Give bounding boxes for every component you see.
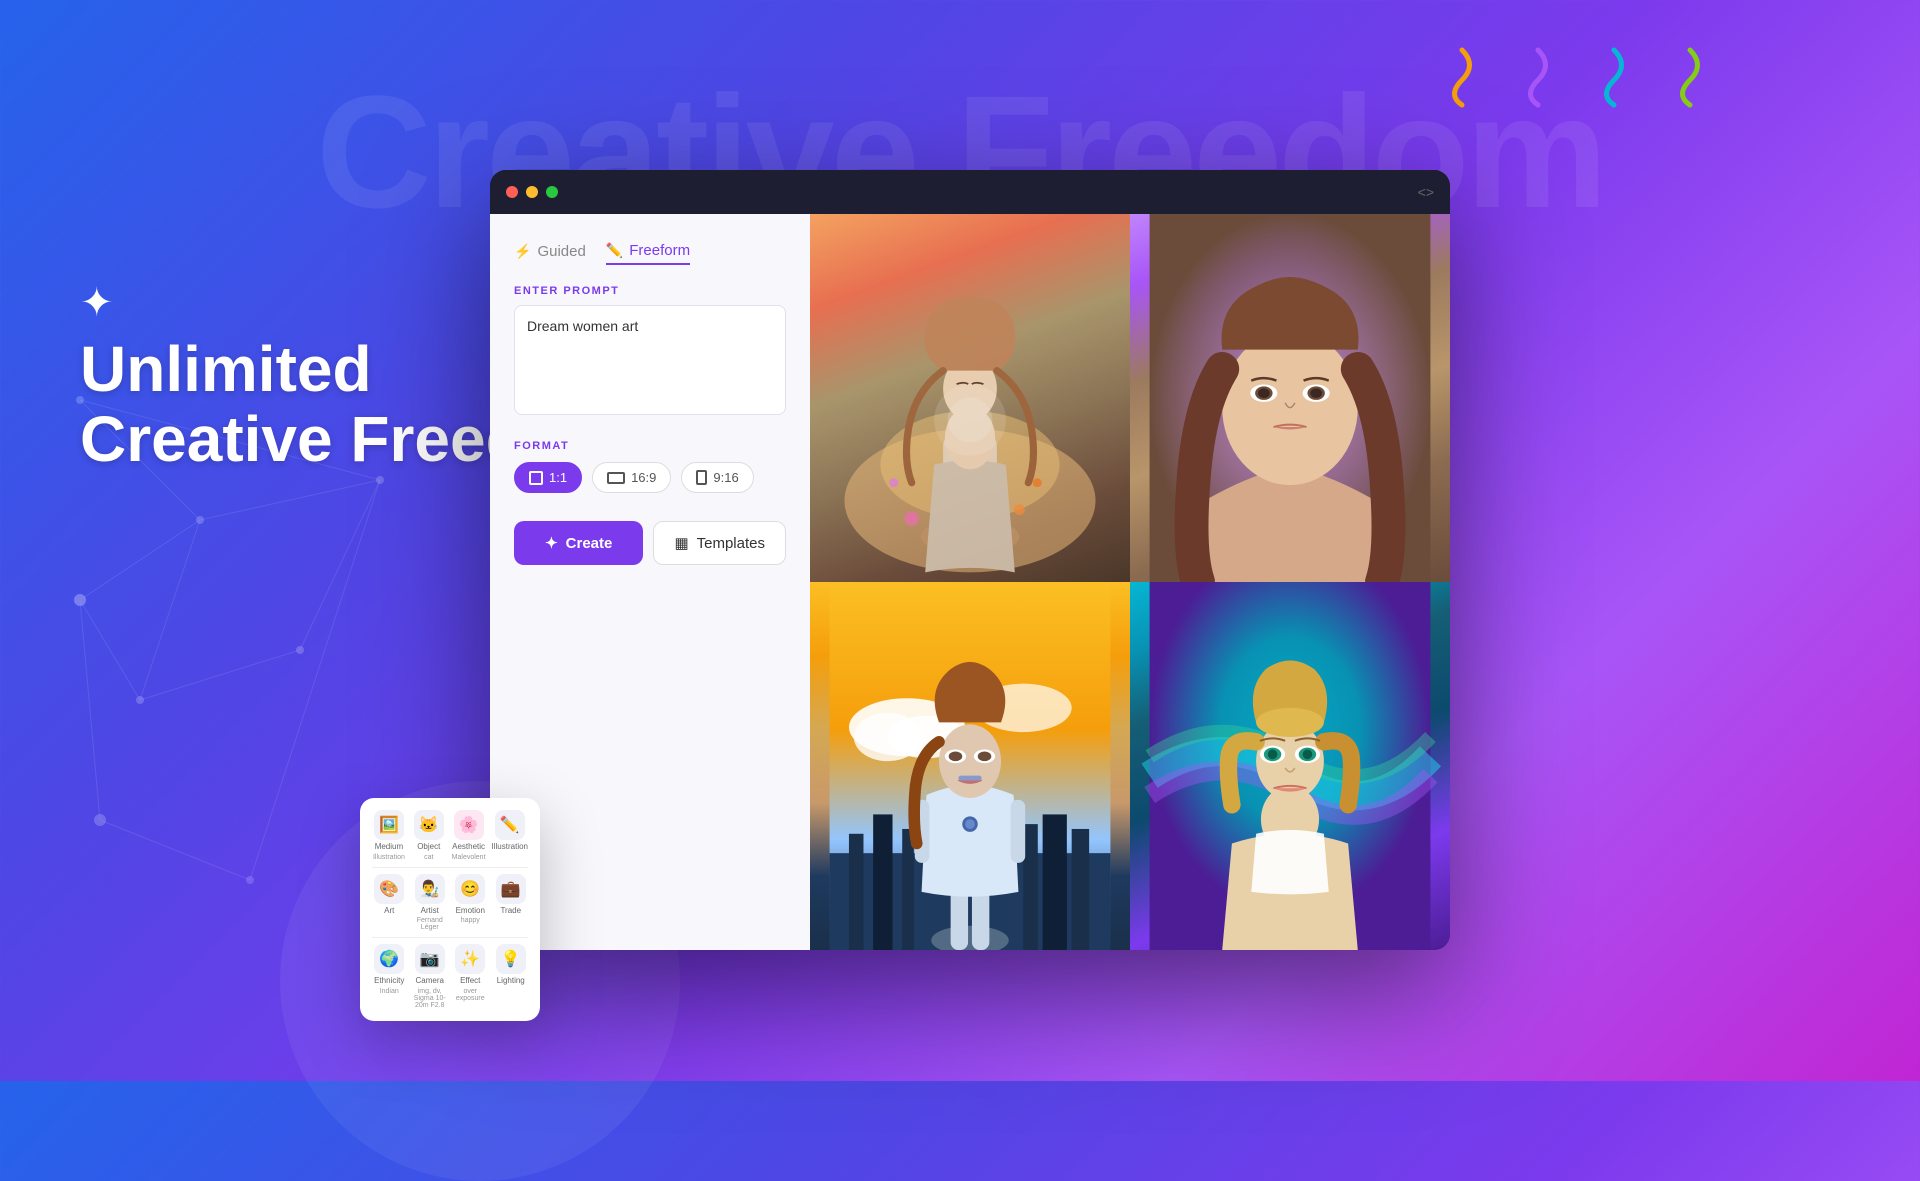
emotion-sublabel: happy [461,917,480,924]
trade-label: Trade [500,906,521,916]
panel-item-object[interactable]: 🐱 Object cat [412,810,446,861]
panel-item-aesthetic[interactable]: 🌸 Aesthetic Malevolent [452,810,486,861]
tab-freeform-label: Freeform [629,242,690,259]
window-titlebar: <> [490,170,1450,214]
panel-divider-2 [372,937,528,938]
artist-icon: 👨‍🎨 [415,874,445,904]
artist-label: Artist [421,906,439,916]
squiggles-decoration [1432,40,1720,110]
camera-sublabel: img, dv, Sigma 10-20m F2.8 [413,988,448,1009]
app-window: <> ⚡ Guided ✏️ Freeform Enter prompt Dre… [490,170,1450,950]
tab-guided[interactable]: ⚡ Guided [514,242,586,265]
prompt-label: Enter prompt [514,285,786,297]
trade-icon: 💼 [496,874,526,904]
image-cell-4 [1130,582,1450,950]
format-16-9-label: 16:9 [631,470,656,485]
panel-item-art[interactable]: 🎨 Art [372,874,407,932]
tab-freeform[interactable]: ✏️ Freeform [606,242,690,265]
templates-label: Templates [697,535,765,552]
emotion-icon: 😊 [455,874,485,904]
panel-item-trade[interactable]: 💼 Trade [494,874,529,932]
effect-label: Effect [460,976,480,986]
format-btn-9-16[interactable]: 9:16 [681,462,753,493]
panel-item-lighting[interactable]: 💡 Lighting [494,944,529,1009]
object-icon: 🐱 [414,810,444,840]
prompt-textarea[interactable]: Dream women art [514,305,786,415]
format-btn-1-1[interactable]: 1:1 [514,462,582,493]
image-grid [810,214,1450,950]
artist-sublabel: Fernand Léger [413,917,448,931]
create-label: Create [566,535,613,552]
woman-art-2 [1130,214,1450,582]
lighting-icon: 💡 [496,944,526,974]
grid-icon: ▦ [674,534,688,552]
image-cell-1 [810,214,1130,582]
woman-art-3 [810,582,1130,950]
object-label: Object [417,842,440,852]
art-label: Art [384,906,394,916]
lighting-label: Lighting [497,976,525,986]
ethnicity-label: Ethnicity [374,976,404,986]
medium-sublabel: Illustration [373,854,405,861]
medium-label: Medium [375,842,403,852]
panel-grid: 🖼️ Medium Illustration 🐱 Object cat 🌸 Ae… [372,810,528,861]
portrait-icon [696,470,707,485]
emotion-label: Emotion [456,906,485,916]
object-sublabel: cat [424,854,433,861]
window-content: ⚡ Guided ✏️ Freeform Enter prompt Dream … [490,214,1450,950]
format-9-16-label: 9:16 [713,470,738,485]
aesthetic-icon: 🌸 [454,810,484,840]
aesthetic-sublabel: Malevolent [452,854,486,861]
panel-divider-1 [372,867,528,868]
code-icon: <> [1418,184,1434,200]
guided-icon: ⚡ [514,243,531,260]
panel-item-illustration[interactable]: ✏️ Illustration [492,810,528,861]
panel-item-ethnicity[interactable]: 🌍 Ethnicity Indian [372,944,407,1009]
woman-art-4 [1130,582,1450,950]
freeform-icon: ✏️ [606,242,623,259]
illustration-icon: ✏️ [495,810,525,840]
format-1-1-label: 1:1 [549,470,567,485]
action-buttons: ✦ Create ▦ Templates [514,521,786,565]
create-icon: ✦ [545,534,558,552]
create-button[interactable]: ✦ Create [514,521,643,565]
art-icon: 🎨 [374,874,404,904]
panel-item-artist[interactable]: 👨‍🎨 Artist Fernand Léger [413,874,448,932]
panel-grid-2: 🎨 Art 👨‍🎨 Artist Fernand Léger 😊 Emotion… [372,874,528,932]
traffic-light-minimize[interactable] [526,186,538,198]
tab-guided-label: Guided [537,243,585,260]
format-options: 1:1 16:9 9:16 [514,462,786,493]
traffic-light-maximize[interactable] [546,186,558,198]
landscape-icon [607,472,625,484]
effect-icon: ✨ [455,944,485,974]
mode-tabs: ⚡ Guided ✏️ Freeform [514,242,786,265]
image-cell-2 [1130,214,1450,582]
ethnicity-icon: 🌍 [374,944,404,974]
templates-button[interactable]: ▦ Templates [653,521,786,565]
panel-item-medium[interactable]: 🖼️ Medium Illustration [372,810,406,861]
image-cell-3 [810,582,1130,950]
camera-icon: 📷 [415,944,445,974]
format-label: FORMAT [514,440,786,452]
panel-item-emotion[interactable]: 😊 Emotion happy [453,874,488,932]
aesthetic-label: Aesthetic [452,842,485,852]
effect-sublabel: over exposure [453,988,488,1002]
panel-item-camera[interactable]: 📷 Camera img, dv, Sigma 10-20m F2.8 [413,944,448,1009]
woman-art-1 [840,222,1100,582]
medium-icon: 🖼️ [374,810,404,840]
panel-grid-3: 🌍 Ethnicity Indian 📷 Camera img, dv, Sig… [372,944,528,1009]
panel-item-effect[interactable]: ✨ Effect over exposure [453,944,488,1009]
traffic-light-close[interactable] [506,186,518,198]
illustration-label: Illustration [492,842,528,852]
ethnicity-sublabel: Indian [380,988,399,995]
floating-panel: 🖼️ Medium Illustration 🐱 Object cat 🌸 Ae… [360,798,540,1021]
square-icon [529,471,543,485]
camera-label: Camera [416,976,444,986]
format-btn-16-9[interactable]: 16:9 [592,462,671,493]
hero-star-icon: ✦ [80,280,114,326]
